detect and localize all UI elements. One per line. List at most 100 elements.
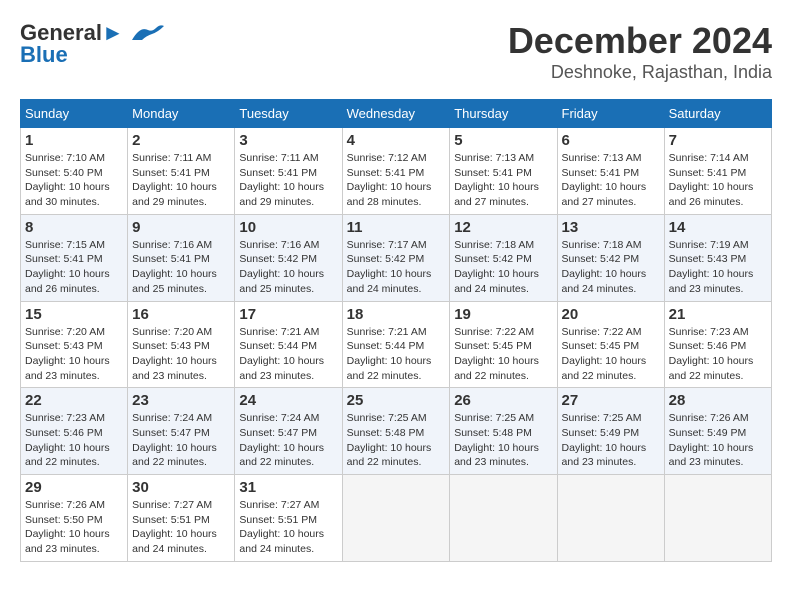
calendar-cell: 15 Sunrise: 7:20 AM Sunset: 5:43 PM Dayl… [21, 301, 128, 388]
calendar-header-tuesday: Tuesday [235, 100, 342, 128]
calendar-week-row: 15 Sunrise: 7:20 AM Sunset: 5:43 PM Dayl… [21, 301, 772, 388]
calendar-cell: 29 Sunrise: 7:26 AM Sunset: 5:50 PM Dayl… [21, 475, 128, 562]
day-info: Sunrise: 7:25 AM Sunset: 5:48 PM Dayligh… [347, 411, 446, 470]
calendar-cell [557, 475, 664, 562]
calendar-cell: 11 Sunrise: 7:17 AM Sunset: 5:42 PM Dayl… [342, 214, 450, 301]
day-number: 9 [132, 219, 230, 236]
calendar-cell: 18 Sunrise: 7:21 AM Sunset: 5:44 PM Dayl… [342, 301, 450, 388]
day-number: 8 [25, 219, 123, 236]
title-block: December 2024 Deshnoke, Rajasthan, India [508, 20, 772, 83]
calendar-header-friday: Friday [557, 100, 664, 128]
calendar-cell: 9 Sunrise: 7:16 AM Sunset: 5:41 PM Dayli… [128, 214, 235, 301]
calendar-header-sunday: Sunday [21, 100, 128, 128]
calendar-week-row: 8 Sunrise: 7:15 AM Sunset: 5:41 PM Dayli… [21, 214, 772, 301]
calendar-cell: 21 Sunrise: 7:23 AM Sunset: 5:46 PM Dayl… [664, 301, 771, 388]
calendar-cell: 17 Sunrise: 7:21 AM Sunset: 5:44 PM Dayl… [235, 301, 342, 388]
calendar-header-thursday: Thursday [450, 100, 557, 128]
day-info: Sunrise: 7:26 AM Sunset: 5:49 PM Dayligh… [669, 411, 767, 470]
day-number: 11 [347, 219, 446, 236]
day-info: Sunrise: 7:17 AM Sunset: 5:42 PM Dayligh… [347, 238, 446, 297]
logo-bird-icon [128, 22, 164, 44]
day-info: Sunrise: 7:11 AM Sunset: 5:41 PM Dayligh… [132, 151, 230, 210]
calendar-cell: 2 Sunrise: 7:11 AM Sunset: 5:41 PM Dayli… [128, 128, 235, 215]
calendar-cell: 10 Sunrise: 7:16 AM Sunset: 5:42 PM Dayl… [235, 214, 342, 301]
day-info: Sunrise: 7:22 AM Sunset: 5:45 PM Dayligh… [454, 325, 552, 384]
day-number: 16 [132, 306, 230, 323]
day-number: 21 [669, 306, 767, 323]
calendar-cell: 26 Sunrise: 7:25 AM Sunset: 5:48 PM Dayl… [450, 388, 557, 475]
day-info: Sunrise: 7:13 AM Sunset: 5:41 PM Dayligh… [562, 151, 660, 210]
day-info: Sunrise: 7:21 AM Sunset: 5:44 PM Dayligh… [239, 325, 337, 384]
day-info: Sunrise: 7:27 AM Sunset: 5:51 PM Dayligh… [132, 498, 230, 557]
day-number: 5 [454, 132, 552, 149]
calendar-header-wednesday: Wednesday [342, 100, 450, 128]
calendar-cell: 13 Sunrise: 7:18 AM Sunset: 5:42 PM Dayl… [557, 214, 664, 301]
day-info: Sunrise: 7:13 AM Sunset: 5:41 PM Dayligh… [454, 151, 552, 210]
calendar-cell: 24 Sunrise: 7:24 AM Sunset: 5:47 PM Dayl… [235, 388, 342, 475]
day-number: 23 [132, 392, 230, 409]
day-number: 17 [239, 306, 337, 323]
day-info: Sunrise: 7:27 AM Sunset: 5:51 PM Dayligh… [239, 498, 337, 557]
calendar-cell: 6 Sunrise: 7:13 AM Sunset: 5:41 PM Dayli… [557, 128, 664, 215]
day-number: 18 [347, 306, 446, 323]
calendar-cell: 23 Sunrise: 7:24 AM Sunset: 5:47 PM Dayl… [128, 388, 235, 475]
day-number: 10 [239, 219, 337, 236]
logo-blue: Blue [20, 42, 68, 68]
calendar-cell [342, 475, 450, 562]
calendar-cell: 22 Sunrise: 7:23 AM Sunset: 5:46 PM Dayl… [21, 388, 128, 475]
day-number: 24 [239, 392, 337, 409]
day-info: Sunrise: 7:25 AM Sunset: 5:48 PM Dayligh… [454, 411, 552, 470]
day-number: 30 [132, 479, 230, 496]
calendar-cell: 14 Sunrise: 7:19 AM Sunset: 5:43 PM Dayl… [664, 214, 771, 301]
day-number: 2 [132, 132, 230, 149]
day-info: Sunrise: 7:10 AM Sunset: 5:40 PM Dayligh… [25, 151, 123, 210]
day-number: 20 [562, 306, 660, 323]
day-number: 25 [347, 392, 446, 409]
day-number: 4 [347, 132, 446, 149]
calendar-cell: 31 Sunrise: 7:27 AM Sunset: 5:51 PM Dayl… [235, 475, 342, 562]
calendar-cell [664, 475, 771, 562]
day-info: Sunrise: 7:24 AM Sunset: 5:47 PM Dayligh… [239, 411, 337, 470]
day-info: Sunrise: 7:20 AM Sunset: 5:43 PM Dayligh… [132, 325, 230, 384]
day-number: 22 [25, 392, 123, 409]
day-number: 3 [239, 132, 337, 149]
day-number: 7 [669, 132, 767, 149]
day-number: 12 [454, 219, 552, 236]
calendar-cell: 7 Sunrise: 7:14 AM Sunset: 5:41 PM Dayli… [664, 128, 771, 215]
calendar-week-row: 1 Sunrise: 7:10 AM Sunset: 5:40 PM Dayli… [21, 128, 772, 215]
calendar-header-saturday: Saturday [664, 100, 771, 128]
page-title: December 2024 [508, 20, 772, 62]
calendar-cell: 5 Sunrise: 7:13 AM Sunset: 5:41 PM Dayli… [450, 128, 557, 215]
day-info: Sunrise: 7:25 AM Sunset: 5:49 PM Dayligh… [562, 411, 660, 470]
day-number: 31 [239, 479, 337, 496]
day-info: Sunrise: 7:21 AM Sunset: 5:44 PM Dayligh… [347, 325, 446, 384]
calendar-cell: 27 Sunrise: 7:25 AM Sunset: 5:49 PM Dayl… [557, 388, 664, 475]
day-info: Sunrise: 7:18 AM Sunset: 5:42 PM Dayligh… [562, 238, 660, 297]
day-info: Sunrise: 7:26 AM Sunset: 5:50 PM Dayligh… [25, 498, 123, 557]
day-info: Sunrise: 7:23 AM Sunset: 5:46 PM Dayligh… [25, 411, 123, 470]
day-info: Sunrise: 7:15 AM Sunset: 5:41 PM Dayligh… [25, 238, 123, 297]
day-number: 27 [562, 392, 660, 409]
calendar-cell: 28 Sunrise: 7:26 AM Sunset: 5:49 PM Dayl… [664, 388, 771, 475]
day-info: Sunrise: 7:16 AM Sunset: 5:41 PM Dayligh… [132, 238, 230, 297]
calendar-table: SundayMondayTuesdayWednesdayThursdayFrid… [20, 99, 772, 562]
logo: General► Blue [20, 20, 164, 68]
calendar-cell: 1 Sunrise: 7:10 AM Sunset: 5:40 PM Dayli… [21, 128, 128, 215]
day-info: Sunrise: 7:18 AM Sunset: 5:42 PM Dayligh… [454, 238, 552, 297]
calendar-cell: 25 Sunrise: 7:25 AM Sunset: 5:48 PM Dayl… [342, 388, 450, 475]
day-info: Sunrise: 7:20 AM Sunset: 5:43 PM Dayligh… [25, 325, 123, 384]
calendar-week-row: 22 Sunrise: 7:23 AM Sunset: 5:46 PM Dayl… [21, 388, 772, 475]
day-number: 1 [25, 132, 123, 149]
page-subtitle: Deshnoke, Rajasthan, India [508, 62, 772, 83]
day-info: Sunrise: 7:14 AM Sunset: 5:41 PM Dayligh… [669, 151, 767, 210]
day-info: Sunrise: 7:23 AM Sunset: 5:46 PM Dayligh… [669, 325, 767, 384]
day-number: 29 [25, 479, 123, 496]
calendar-cell: 12 Sunrise: 7:18 AM Sunset: 5:42 PM Dayl… [450, 214, 557, 301]
day-number: 15 [25, 306, 123, 323]
day-info: Sunrise: 7:11 AM Sunset: 5:41 PM Dayligh… [239, 151, 337, 210]
calendar-header-monday: Monday [128, 100, 235, 128]
day-info: Sunrise: 7:22 AM Sunset: 5:45 PM Dayligh… [562, 325, 660, 384]
day-number: 28 [669, 392, 767, 409]
calendar-cell [450, 475, 557, 562]
day-number: 19 [454, 306, 552, 323]
